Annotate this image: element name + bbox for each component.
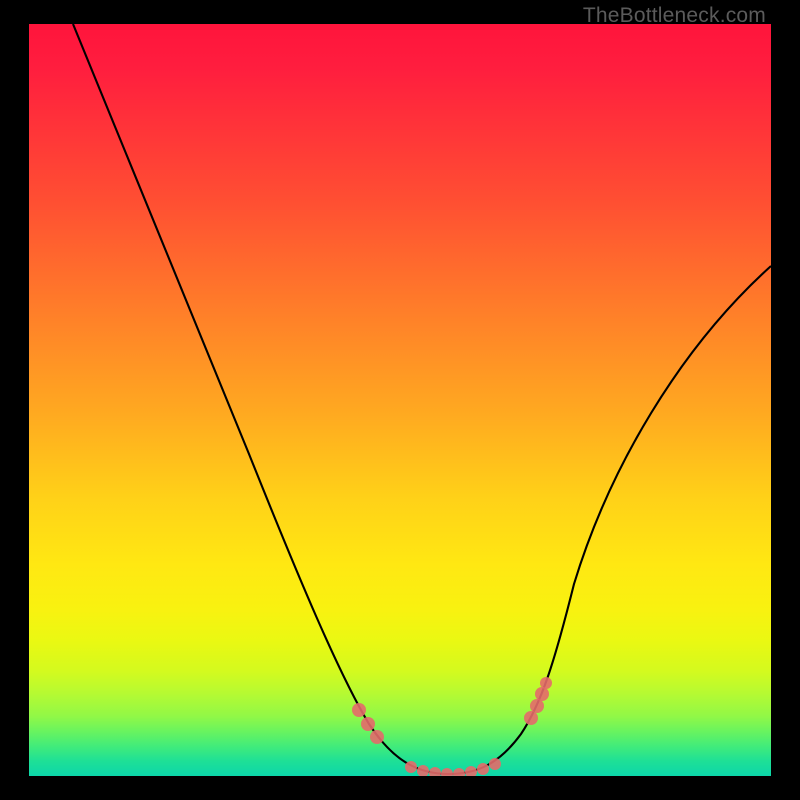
chart-area xyxy=(29,24,771,776)
chart-svg xyxy=(29,24,771,776)
bottleneck-curve xyxy=(73,24,771,774)
curve-markers xyxy=(352,677,552,776)
watermark-text: TheBottleneck.com xyxy=(583,4,766,28)
